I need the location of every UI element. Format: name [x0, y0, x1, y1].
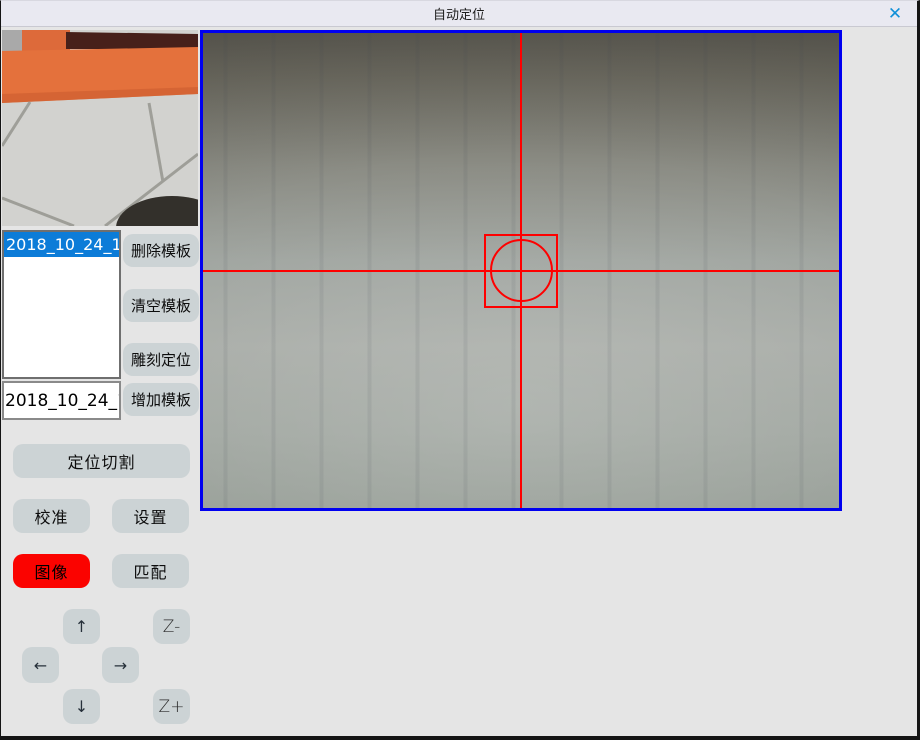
template-name-input[interactable]: 2018_10_24_11	[2, 381, 121, 420]
thumbnail-image	[2, 30, 198, 226]
target-circle-overlay	[490, 239, 553, 302]
jog-z-minus-button[interactable]: Z-	[153, 609, 190, 644]
jog-z-plus-button[interactable]: Z+	[153, 689, 190, 724]
calibrate-button[interactable]: 校准	[13, 499, 90, 533]
add-template-button[interactable]: 增加模板	[123, 383, 199, 416]
position-cut-button[interactable]: 定位切割	[13, 444, 190, 478]
template-list[interactable]: 2018_10_24_11	[2, 230, 121, 379]
settings-button[interactable]: 设置	[112, 499, 189, 533]
jog-left-button[interactable]: ←	[22, 647, 59, 683]
match-button[interactable]: 匹配	[112, 554, 189, 588]
jog-down-button[interactable]: ↓	[63, 689, 100, 724]
image-button[interactable]: 图像	[13, 554, 90, 588]
auto-position-dialog: 自动定位 ✕ 2018_10_24_11	[0, 0, 920, 740]
window-title: 自动定位	[433, 4, 485, 23]
jog-up-button[interactable]: ↑	[63, 609, 100, 644]
clear-template-button[interactable]: 清空模板	[123, 289, 199, 322]
jog-right-button[interactable]: →	[102, 647, 139, 683]
list-item[interactable]: 2018_10_24_11	[4, 232, 119, 257]
engrave-position-button[interactable]: 雕刻定位	[123, 343, 199, 376]
camera-view[interactable]	[200, 30, 842, 511]
title-bar: 自动定位 ✕	[1, 1, 917, 27]
delete-template-button[interactable]: 删除模板	[123, 234, 199, 267]
close-icon[interactable]: ✕	[883, 4, 907, 24]
template-thumbnail[interactable]	[2, 30, 198, 226]
